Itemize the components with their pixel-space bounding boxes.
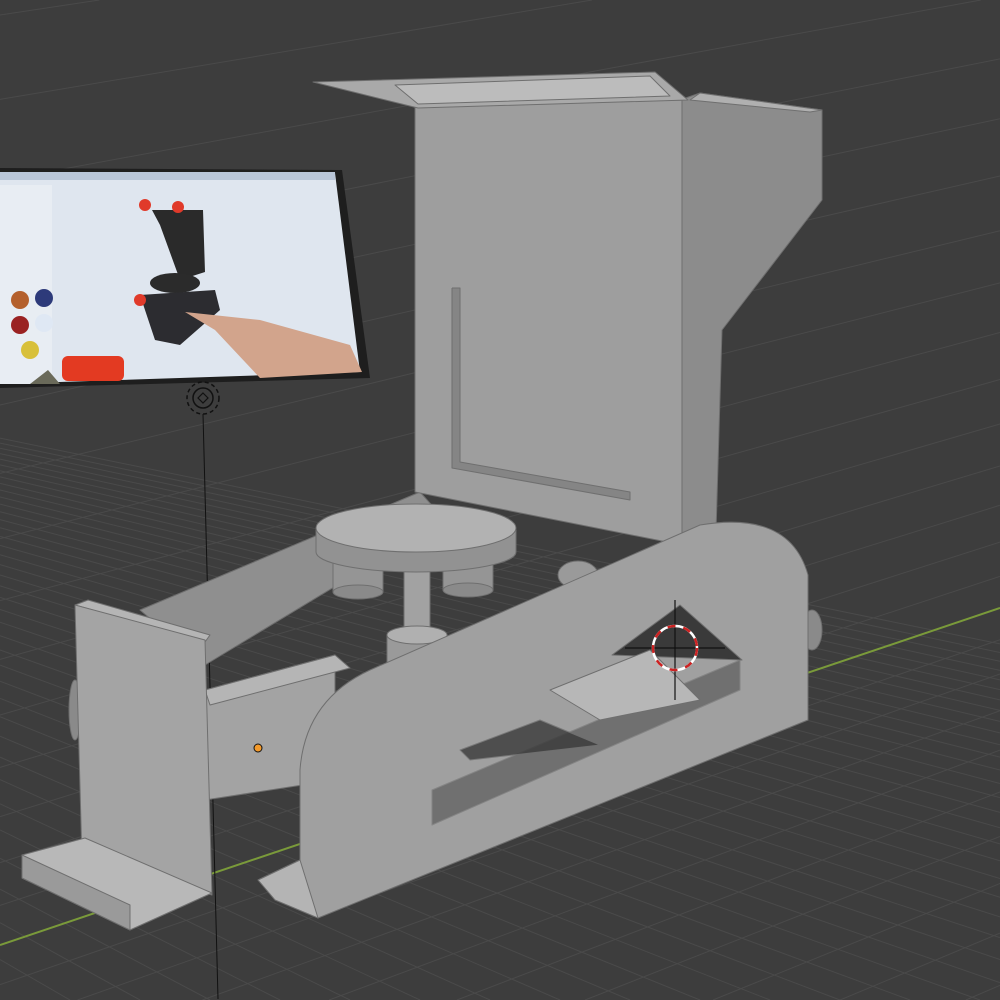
grid-line (712, 883, 1000, 1000)
grid-line (584, 836, 1000, 1000)
grid-line (965, 984, 1000, 1000)
table-disk (315, 503, 517, 553)
viewport-canvas[interactable] (0, 0, 1000, 1000)
grid-line (0, 922, 141, 1000)
grid-line (0, 959, 71, 1000)
grid-line (0, 0, 100, 16)
origin-dot-icon (253, 743, 263, 753)
reference-image-plane[interactable] (0, 168, 370, 388)
hopper-side (679, 92, 823, 546)
grid-line (839, 932, 1000, 1000)
3d-viewport[interactable] (0, 0, 1000, 1000)
